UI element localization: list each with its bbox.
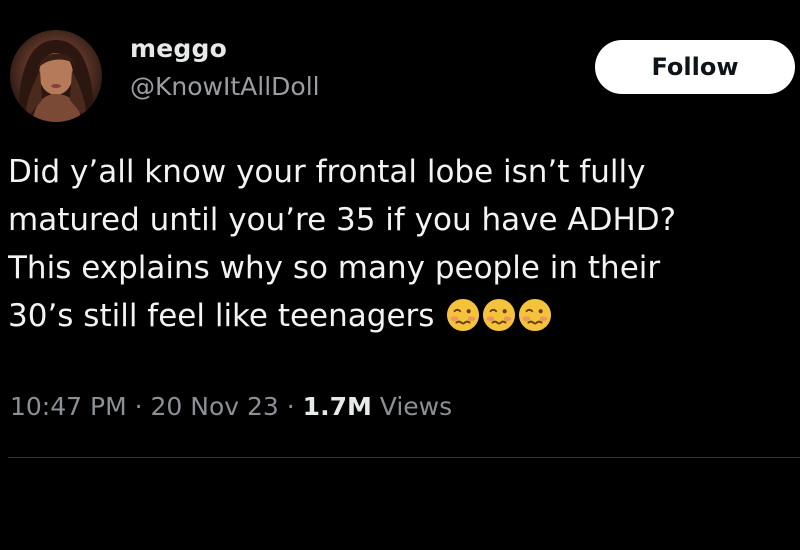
woozy-face-emoji-icon bbox=[483, 298, 516, 332]
emoji-row bbox=[444, 298, 552, 334]
tweet-time[interactable]: 10:47 PM bbox=[10, 392, 127, 421]
tweet-line-2: matured until you’re 35 if you have ADHD… bbox=[8, 202, 677, 238]
tweet-line-3: This explains why so many people in thei… bbox=[8, 250, 661, 286]
divider bbox=[8, 457, 800, 458]
follow-button[interactable]: Follow bbox=[595, 40, 795, 94]
tweet-line-1: Did y’all know your frontal lobe isn’t f… bbox=[8, 154, 646, 190]
meta-separator: · bbox=[134, 392, 143, 421]
views-count: 1.7M bbox=[302, 392, 372, 421]
user-handle[interactable]: @KnowItAllDoll bbox=[130, 72, 320, 101]
tweet-text: Did y’all know your frontal lobe isn’t f… bbox=[8, 148, 800, 340]
display-name[interactable]: meggo bbox=[130, 34, 227, 63]
woozy-face-emoji-icon bbox=[519, 298, 552, 332]
tweet-card: meggo @KnowItAllDoll Follow Did y’all kn… bbox=[0, 0, 800, 550]
views-label: Views bbox=[379, 392, 453, 421]
meta-separator: · bbox=[286, 392, 295, 421]
woozy-face-emoji-icon bbox=[447, 298, 480, 332]
tweet-date[interactable]: 20 Nov 23 bbox=[151, 392, 279, 421]
profile-photo-icon bbox=[18, 40, 94, 122]
tweet-meta: 10:47 PM · 20 Nov 23 · 1.7M Views bbox=[10, 392, 452, 421]
avatar[interactable] bbox=[10, 30, 102, 122]
tweet-line-4: 30’s still feel like teenagers bbox=[8, 298, 435, 334]
